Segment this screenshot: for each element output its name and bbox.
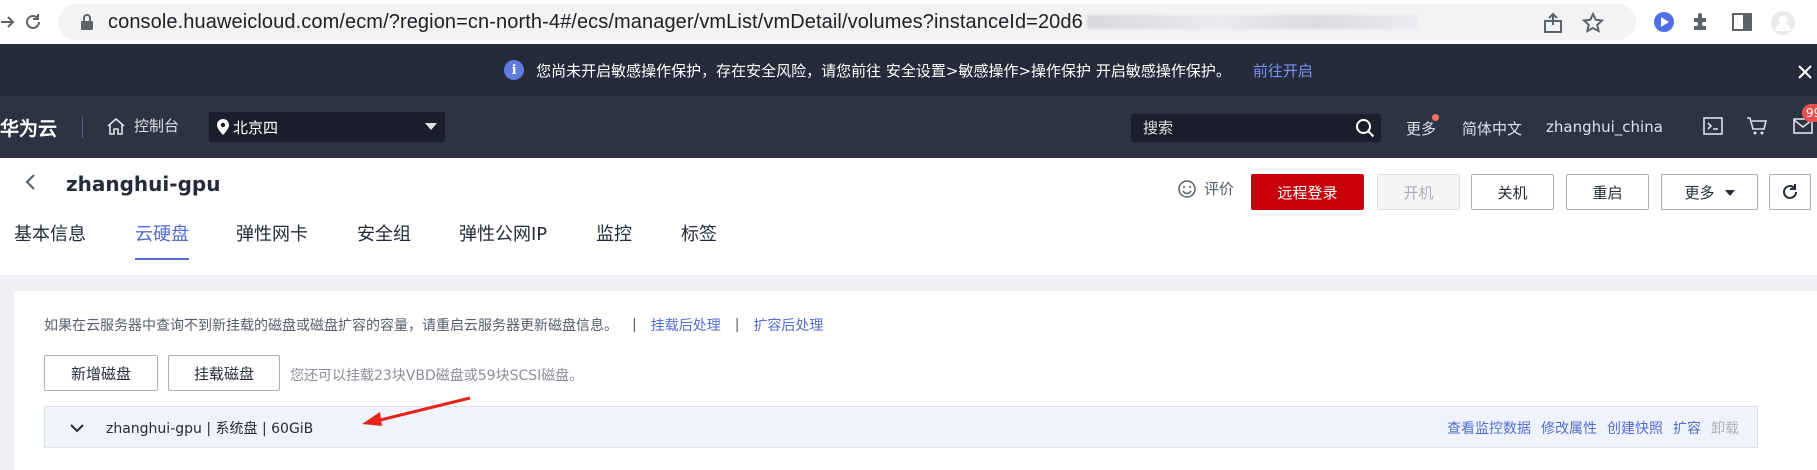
rate-label: 评价 <box>1204 180 1235 198</box>
share-icon[interactable] <box>1542 12 1564 34</box>
region-selector[interactable]: 北京四 <box>209 112 445 142</box>
disk-row[interactable]: zhanghui-gpu | 系统盘 | 60GiB 查看监控数据 修改属性 创… <box>44 406 1758 448</box>
tip-separator: | <box>734 317 740 333</box>
more-actions-button[interactable]: 更多 <box>1661 174 1758 210</box>
caret-down-icon <box>1724 190 1735 196</box>
url-text: console.huaweicloud.com/ecm/?region=cn-n… <box>108 11 1417 34</box>
add-disk-button[interactable]: 新增磁盘 <box>44 355 158 391</box>
shutdown-button[interactable]: 关机 <box>1471 174 1554 210</box>
tip-separator: | <box>632 317 637 333</box>
search-input[interactable] <box>1131 119 1341 137</box>
puzzle-extensions-icon[interactable] <box>1690 10 1714 34</box>
more-actions-label: 更多 <box>1684 183 1715 202</box>
refresh-icon <box>1780 182 1800 202</box>
close-icon[interactable] <box>1797 58 1817 86</box>
security-warning-banner: i 您尚未开启敏感操作保护，存在安全风险，请您前往 安全设置>敏感操作>操作保护… <box>0 44 1817 96</box>
user-menu[interactable]: zhanghui_china <box>1546 118 1663 136</box>
instance-detail-header: zhanghui-gpu 评价 远程登录 开机 关机 重启 更多 基本信息 云硬… <box>0 158 1817 275</box>
annotation-arrow <box>362 396 471 426</box>
banner-text: 您尚未开启敏感操作保护，存在安全风险，请您前往 安全设置>敏感操作>操作保护 开… <box>536 61 1231 80</box>
restart-button[interactable]: 重启 <box>1566 174 1649 210</box>
profile-avatar-icon[interactable] <box>1770 10 1795 35</box>
remote-login-button[interactable]: 远程登录 <box>1251 174 1364 210</box>
create-snapshot-link[interactable]: 创建快照 <box>1607 418 1663 438</box>
global-search <box>1131 114 1381 142</box>
detach-link[interactable]: 卸载 <box>1711 418 1739 438</box>
page-title: zhanghui-gpu <box>66 172 221 196</box>
view-monitoring-link[interactable]: 查看监控数据 <box>1447 418 1531 438</box>
tab-eip[interactable]: 弹性公网IP <box>459 218 547 270</box>
cart-icon[interactable] <box>1746 116 1768 136</box>
message-count-badge: 99 <box>1802 104 1817 122</box>
smile-icon <box>1178 179 1196 198</box>
more-menu[interactable]: 更多 <box>1406 118 1436 139</box>
volumes-panel: 如果在云服务器中查询不到新挂载的磁盘或磁盘扩容的容量，请重启云服务器更新磁盘信息… <box>14 291 1817 470</box>
side-panel-icon[interactable] <box>1730 10 1754 34</box>
back-arrow-icon[interactable] <box>24 172 40 192</box>
home-icon <box>106 116 126 136</box>
attach-disk-button[interactable]: 挂载磁盘 <box>168 355 280 391</box>
brand-logo[interactable]: 华为云 <box>0 114 57 141</box>
caret-down-icon <box>425 123 437 130</box>
disk-quota-text: 您还可以挂载23块VBD磁盘或59块SCSI磁盘。 <box>290 368 584 384</box>
volumes-tip: 如果在云服务器中查询不到新挂载的磁盘或磁盘扩容的容量，请重启云服务器更新磁盘信息… <box>44 315 823 335</box>
tab-security-groups[interactable]: 安全组 <box>357 218 411 270</box>
refresh-button[interactable] <box>1769 174 1811 210</box>
browser-toolbar: console.huaweicloud.com/ecm/?region=cn-n… <box>0 0 1817 44</box>
header-divider <box>82 116 83 138</box>
bookmark-star-icon[interactable] <box>1581 11 1605 34</box>
tab-tags[interactable]: 标签 <box>681 218 717 270</box>
modify-attributes-link[interactable]: 修改属性 <box>1541 418 1597 438</box>
active-tab-indicator <box>135 258 189 260</box>
notification-dot <box>1432 114 1439 121</box>
expand-capacity-link[interactable]: 扩容 <box>1673 418 1701 438</box>
lock-icon <box>80 14 94 30</box>
tab-network-interfaces[interactable]: 弹性网卡 <box>236 218 308 270</box>
tab-monitoring[interactable]: 监控 <box>596 218 632 270</box>
extension-play-icon[interactable] <box>1652 10 1676 34</box>
info-icon: i <box>504 60 525 80</box>
location-pin-icon <box>217 119 229 135</box>
search-icon[interactable] <box>1355 118 1375 138</box>
reload-icon[interactable] <box>18 7 48 37</box>
tab-volumes[interactable]: 云硬盘 <box>135 218 189 270</box>
start-button[interactable]: 开机 <box>1377 174 1460 210</box>
address-bar[interactable]: console.huaweicloud.com/ecm/?region=cn-n… <box>58 4 1636 40</box>
region-label: 北京四 <box>233 118 279 137</box>
console-label: 控制台 <box>134 117 180 135</box>
banner-enable-link[interactable]: 前往开启 <box>1253 60 1313 81</box>
cloud-shell-icon[interactable] <box>1702 116 1724 136</box>
language-selector[interactable]: 简体中文 <box>1462 118 1522 139</box>
tip-text: 如果在云服务器中查询不到新挂载的磁盘或磁盘扩容的容量，请重启云服务器更新磁盘信息… <box>44 318 618 334</box>
top-navigation: 华为云 控制台 北京四 更多 简体中文 zhanghui_china 99 <box>0 96 1817 158</box>
rate-button[interactable]: 评价 <box>1178 178 1234 199</box>
chevron-down-icon[interactable] <box>69 420 84 434</box>
tab-basic-info[interactable]: 基本信息 <box>14 218 86 270</box>
post-expand-link[interactable]: 扩容后处理 <box>753 315 823 335</box>
post-attach-link[interactable]: 挂载后处理 <box>651 315 721 335</box>
disk-operations: 查看监控数据 修改属性 创建快照 扩容 卸载 <box>1437 418 1739 438</box>
console-link[interactable]: 控制台 <box>106 115 179 136</box>
blurred-url-tail <box>1086 15 1417 30</box>
disk-label: zhanghui-gpu | 系统盘 | 60GiB <box>106 421 314 437</box>
